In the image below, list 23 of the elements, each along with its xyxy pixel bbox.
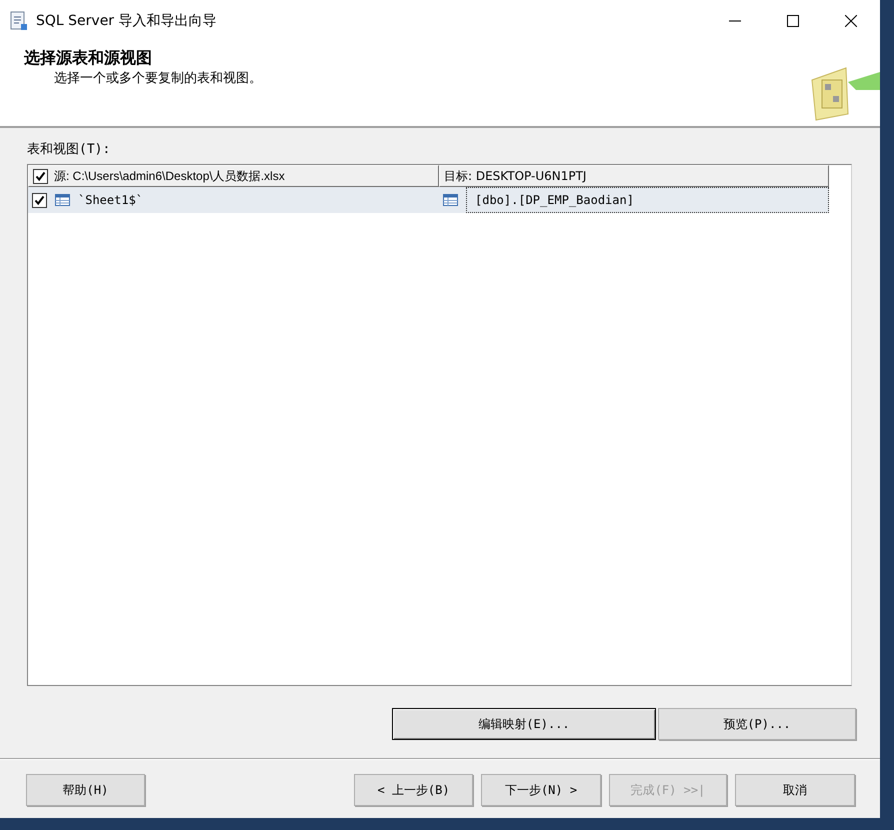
action-button[interactable]: 编辑映射(E)... [392, 708, 656, 740]
page-description: 选择一个或多个要复制的表和视图。 [54, 70, 262, 87]
page-heading: 选择源表和源视图 [24, 48, 152, 69]
checkbox[interactable] [32, 192, 47, 208]
target-cell[interactable]: [dbo].[DP_EMP_Baodian] [466, 187, 829, 213]
close-icon [845, 15, 857, 27]
window-title: SQL Server 导入和导出向导 [36, 12, 218, 30]
column-header[interactable]: 源: C:\Users\admin6\Desktop\人员数据.xlsx [28, 165, 439, 187]
maximize-icon [787, 15, 799, 27]
wizard-button[interactable]: 取消 [735, 774, 855, 806]
checkbox[interactable] [33, 168, 48, 184]
table-icon [443, 194, 458, 206]
wizard-button[interactable]: 帮助(H) [26, 774, 145, 806]
minimize-icon [729, 20, 741, 22]
app-icon [10, 11, 28, 31]
column-header[interactable]: 目标: DESKTOP-U6N1PTJ [439, 165, 829, 187]
action-button[interactable]: 预览(P)... [658, 708, 856, 740]
source-name: `Sheet1$` [78, 193, 144, 207]
wizard-button[interactable]: < 上一步(B) [354, 774, 473, 806]
table-icon [55, 194, 70, 206]
table-label: 表和视图(T): [27, 141, 110, 158]
table-row[interactable]: `Sheet1$` [dbo].[DP_EMP_Baodian] [28, 187, 829, 213]
wizard-button[interactable]: 下一步(N) > [481, 774, 601, 806]
